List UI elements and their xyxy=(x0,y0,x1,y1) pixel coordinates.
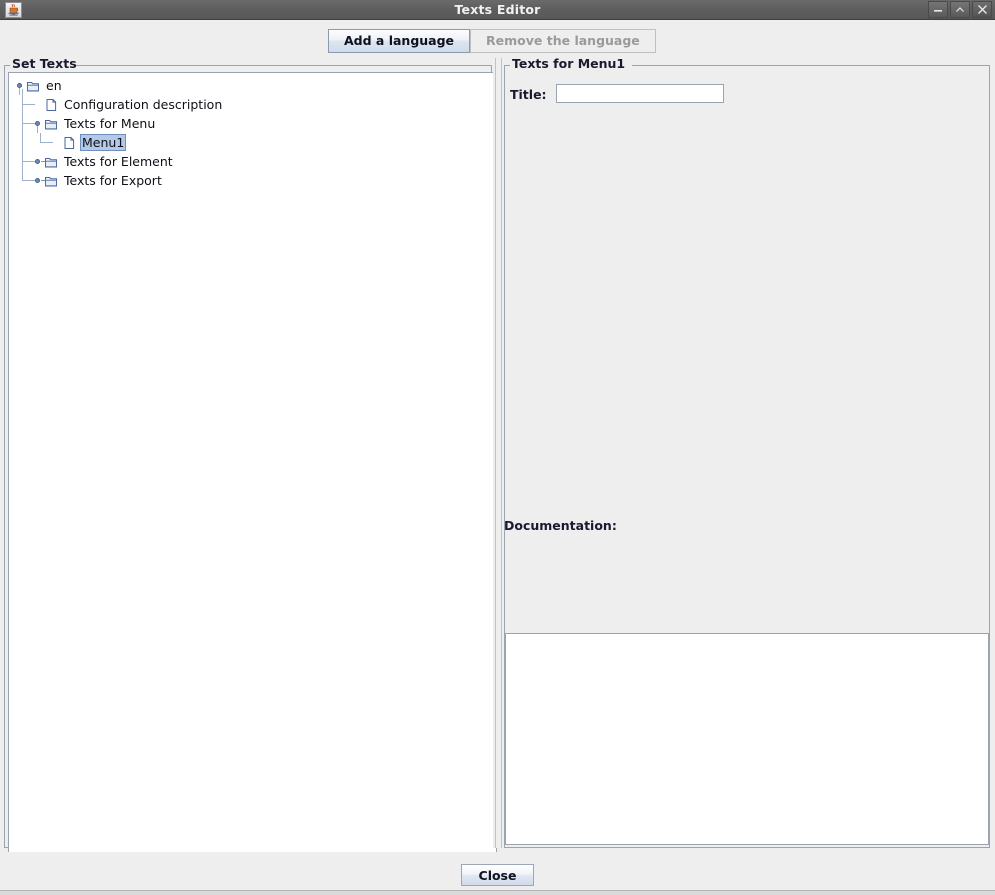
add-language-button[interactable]: Add a language xyxy=(328,29,471,53)
texts-tree[interactable]: en Configuration description Texts for Men… xyxy=(9,76,496,190)
window-controls xyxy=(928,1,992,18)
window-bottom-edge xyxy=(0,890,995,895)
documentation-scrollpane[interactable] xyxy=(505,633,989,845)
tree-connector-line xyxy=(22,104,35,105)
remove-language-button[interactable]: Remove the language xyxy=(470,29,656,53)
tree-connector-line xyxy=(22,89,23,171)
tree-item-label[interactable]: Menu1 xyxy=(80,134,127,151)
texts-for-menu1-group: Texts for Menu1 Title: Documentation: xyxy=(504,57,990,848)
tree-item-label[interactable]: Texts for Element xyxy=(62,152,175,171)
maximize-button[interactable] xyxy=(950,1,970,18)
right-panel-content: Title: Documentation: xyxy=(504,58,990,848)
file-icon xyxy=(61,135,77,151)
tree-row[interactable]: Texts for Export xyxy=(9,171,496,190)
toolbar: Add a language Remove the language xyxy=(0,21,995,57)
dialog-footer: Close xyxy=(0,852,995,894)
file-icon xyxy=(43,97,59,113)
tree-item-label[interactable]: Configuration description xyxy=(62,95,224,114)
folder-icon xyxy=(43,173,59,189)
folder-icon xyxy=(43,154,59,170)
close-window-button[interactable] xyxy=(972,1,992,18)
title-field-label: Title: xyxy=(510,87,547,102)
documentation-label: Documentation: xyxy=(504,518,617,533)
window-titlebar: Texts Editor xyxy=(0,0,995,20)
tree-connector-line xyxy=(40,142,53,143)
tree-row[interactable]: Texts for Menu xyxy=(9,114,496,133)
window-title: Texts Editor xyxy=(454,2,541,17)
folder-icon xyxy=(43,116,59,132)
folder-icon xyxy=(25,78,41,94)
tree-item-label[interactable]: en xyxy=(44,76,64,95)
set-texts-legend: Set Texts xyxy=(12,56,77,71)
set-texts-group: Set Texts en Configuration description Tex… xyxy=(4,56,497,855)
tree-row[interactable]: Menu1 xyxy=(9,133,496,152)
tree-item-label[interactable]: Texts for Menu xyxy=(62,114,157,133)
documentation-textarea[interactable] xyxy=(506,634,988,844)
texts-tree-scrollpane[interactable]: en Configuration description Texts for Men… xyxy=(8,72,497,855)
toolbar-button-group: Add a language Remove the language xyxy=(328,29,656,53)
close-button[interactable]: Close xyxy=(461,864,534,886)
minimize-button[interactable] xyxy=(928,1,948,18)
tree-row[interactable]: Configuration description xyxy=(9,95,496,114)
tree-item-label[interactable]: Texts for Export xyxy=(62,171,164,190)
tree-row[interactable]: en xyxy=(9,76,496,95)
title-input[interactable] xyxy=(556,84,724,103)
tree-row[interactable]: Texts for Element xyxy=(9,152,496,171)
split-pane-divider[interactable] xyxy=(493,58,504,848)
